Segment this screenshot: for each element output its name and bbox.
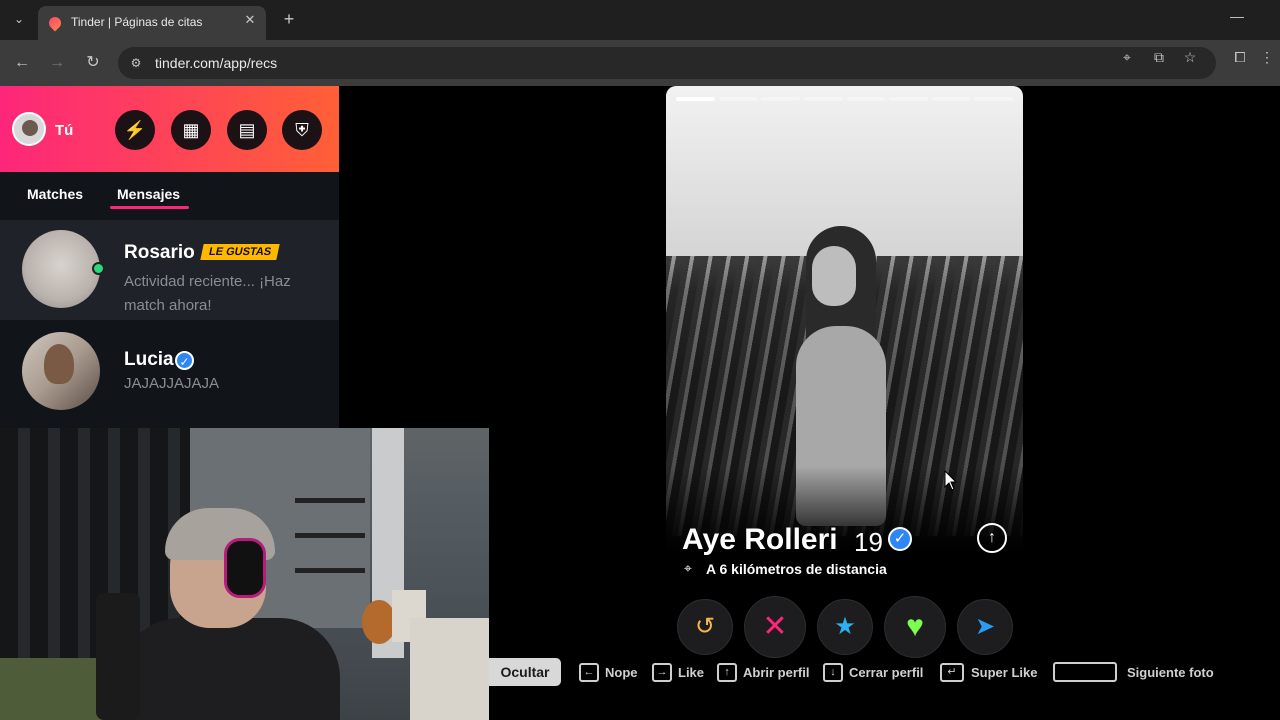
arrow-left-key-icon: ← (579, 663, 599, 682)
forward-button[interactable]: → (45, 51, 69, 75)
message-name: Rosario (124, 242, 195, 263)
arrow-right-key-icon: → (652, 663, 672, 682)
extensions-icon[interactable]: ⧠ (1231, 48, 1249, 66)
profile-name: Aye Rolleri (682, 523, 838, 556)
address-bar[interactable]: ⚙ tinder.com/app/recs (118, 47, 1216, 79)
sidebar-header: Tú ⚡ ▦ ▤ ⛨ (0, 86, 339, 172)
window-minimize-button[interactable]: — (1230, 8, 1244, 24)
superlike-button[interactable]: ★ (817, 599, 873, 655)
webcam-shelf (295, 568, 365, 573)
arrow-up-key-icon: ↑ (717, 663, 737, 682)
photo-progress-bar (676, 97, 1013, 101)
tab-search-button[interactable]: ⌄ (8, 8, 30, 30)
new-tab-button[interactable]: + (278, 8, 300, 30)
photo-progress-segment[interactable] (846, 97, 886, 101)
hint-nope: Nope (605, 665, 638, 680)
webcam-headset (224, 538, 266, 598)
sidebar-tabs: Matches Mensajes (0, 172, 339, 212)
browser-tab[interactable]: Tinder | Páginas de citas ✕ (38, 6, 266, 40)
keyboard-hints-bar: Ocultar ← Nope → Like ↑ Abrir perfil ↓ C… (489, 658, 1280, 688)
verified-check-icon: ✓ (888, 527, 912, 551)
avatar (22, 230, 100, 308)
message-name: Lucia (124, 349, 174, 370)
boost-lightning-icon[interactable]: ⚡ (115, 110, 155, 150)
photo-subject-face (812, 246, 856, 306)
hint-close-profile: Cerrar perfil (849, 665, 924, 680)
photo-progress-segment[interactable] (676, 97, 715, 101)
bookmark-star-icon[interactable]: ☆ (1181, 48, 1199, 66)
tab-messages[interactable]: Mensajes (117, 186, 180, 202)
verified-check-icon: ✓ (175, 351, 194, 370)
tinder-flame-icon (46, 14, 64, 32)
photo-progress-segment[interactable] (761, 97, 800, 101)
profile-age: 19 (854, 527, 883, 557)
hint-next-photo: Siguiente foto (1127, 665, 1214, 680)
tab-title: Tinder | Páginas de citas (71, 15, 203, 29)
install-app-icon[interactable]: ⧉ (1150, 48, 1168, 66)
my-profile-label[interactable]: Tú (55, 122, 73, 139)
site-settings-icon[interactable]: ⚙ (128, 55, 144, 71)
browser-tab-bar: ⌄ Tinder | Páginas de citas ✕ + — (0, 0, 1280, 40)
profile-distance: A 6 kilómetros de distancia (706, 561, 887, 577)
browser-menu-icon[interactable]: ⋮ (1258, 48, 1276, 66)
likes-you-badge: LE GUSTAS (200, 244, 280, 260)
hint-like: Like (678, 665, 705, 680)
hide-hints-button[interactable]: Ocultar (489, 658, 561, 686)
url-text[interactable]: tinder.com/app/recs (155, 55, 277, 71)
message-row-rosario[interactable]: Rosario LE GUSTAS Actividad reciente... … (0, 220, 339, 320)
nope-button[interactable]: ✕ (744, 596, 806, 658)
message-row-lucia[interactable]: Lucia ✓ JAJAJJAJAJA (0, 320, 339, 420)
arrow-down-key-icon: ↓ (823, 663, 843, 682)
tab-close-button[interactable]: ✕ (242, 12, 258, 28)
location-pin-icon: ⌖ (684, 560, 692, 576)
photo-progress-segment[interactable] (931, 97, 971, 101)
webcam-thermos (96, 593, 140, 720)
profile-card[interactable]: Aye Rolleri 19 ✓ ↑ ⌖ A 6 kilómetros de d… (666, 86, 1023, 626)
explore-grid-icon[interactable]: ▦ (171, 110, 211, 150)
tab-matches[interactable]: Matches (27, 186, 83, 202)
browser-nav-bar: ← → ↻ ⚙ tinder.com/app/recs ⌖ ⧉ ☆ ⧠ ⋮ (0, 40, 1280, 86)
message-preview: JAJAJJAJAJA (124, 375, 220, 392)
webcam-guitar (362, 600, 396, 644)
briefcase-icon[interactable]: ▤ (227, 110, 267, 150)
photo-progress-segment[interactable] (974, 97, 1013, 101)
webcam-shelf (295, 498, 365, 503)
location-icon[interactable]: ⌖ (1118, 48, 1136, 66)
boost-button[interactable]: ➤ (957, 599, 1013, 655)
webcam-shelf (295, 533, 365, 538)
my-profile-avatar[interactable] (12, 112, 46, 146)
photo-progress-segment[interactable] (889, 97, 928, 101)
photo-progress-segment[interactable] (718, 97, 758, 101)
back-button[interactable]: ← (10, 51, 34, 75)
reload-button[interactable]: ↻ (81, 51, 105, 75)
avatar (22, 332, 100, 410)
hint-open-profile: Abrir perfil (743, 665, 810, 680)
open-profile-arrow-icon[interactable]: ↑ (977, 523, 1007, 553)
online-status-dot (92, 262, 105, 275)
webcam-stool (410, 618, 489, 720)
enter-key-icon: ↵ (940, 663, 964, 682)
active-tab-indicator (110, 206, 189, 209)
space-key-icon (1053, 662, 1117, 682)
safety-shield-icon[interactable]: ⛨ (282, 110, 322, 150)
mouse-cursor-icon (944, 470, 958, 491)
rewind-button[interactable]: ↺ (677, 599, 733, 655)
webcam-person-body (120, 618, 340, 720)
message-preview: Actividad reciente... ¡Haz match ahora! (124, 273, 291, 314)
hint-super-like: Super Like (971, 665, 1038, 680)
webcam-overlay (0, 428, 489, 720)
photo-progress-segment[interactable] (803, 97, 843, 101)
like-button[interactable]: ♥ (884, 596, 946, 658)
